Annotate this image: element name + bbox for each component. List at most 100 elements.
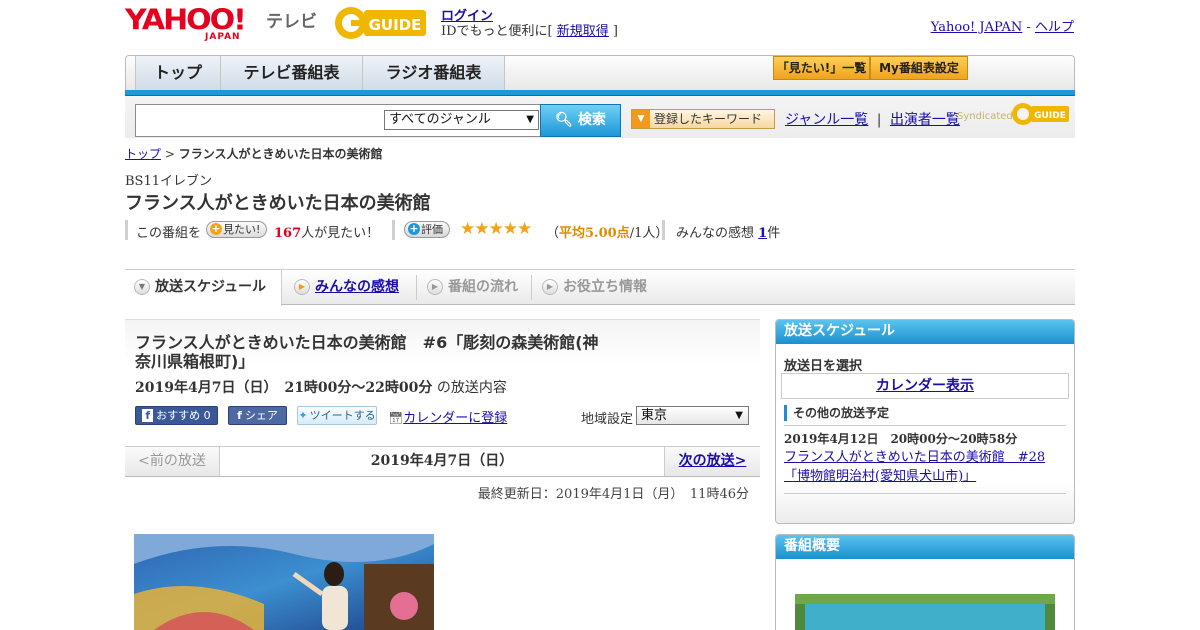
twitter-bird-icon: ✦ [298,409,308,422]
facebook-recommend-label: おすすめ 0 [156,409,211,422]
divider [784,425,1066,426]
service-name[interactable]: テレビ [266,7,317,32]
facebook-recommend-button[interactable]: f おすすめ 0 [135,406,218,425]
nav-tab-tv-schedule[interactable]: テレビ番組表 [220,56,363,91]
genre-list-link[interactable]: ジャンル一覧 [785,112,868,128]
region-select[interactable]: 東京 ▼ [636,406,749,425]
summary-image [795,594,1055,630]
divider [784,493,1066,494]
rating-summary: （平均5.00点/1人） [546,222,668,241]
syndicated-text: Syndicated [957,111,1013,122]
episode-datetime-suffix: の放送内容 [436,380,507,396]
page-title: フランス人がときめいた日本の美術館 [125,193,431,214]
this-program-label: この番組を [136,226,202,241]
schedule-panel-header: 放送スケジュール [776,320,1074,344]
mitai-suffix: 人が見たい！ [301,226,380,241]
calendar-register-link[interactable]: カレンダーに登録 [403,411,507,426]
reviews-suffix: 件 [767,226,781,241]
top-right-links: Yahoo! JAPAN - ヘルプ [931,16,1074,35]
gguide-logo[interactable]: GUIDE [334,5,432,41]
chevron-down-icon: ▼ [526,114,534,125]
nav-tab-top[interactable]: トップ [135,56,221,91]
facebook-share-button[interactable]: f シェア [228,406,287,425]
link-separator: - [1022,20,1035,35]
play-arrow-icon: ▶ [294,279,310,295]
other-broadcast-link[interactable]: フランス人がときめいた日本の美術館 #28「博物館明治村(愛知県犬山市)」 [784,450,1045,484]
genre-selected: すべてのジャンル [389,112,491,127]
mitai-button-label: 見たい! [223,223,261,236]
divider [392,220,395,240]
tab-useful-info: ▶ お役立ち情報 [533,270,673,305]
next-broadcast-link[interactable]: 次の放送> [679,453,747,469]
region-selected: 東京 [641,408,668,423]
login-sub-prefix: IDでもっと便利に[ [441,24,557,39]
current-broadcast-date: 2019年4月7日（日） [220,447,664,476]
tab-label: お役立ち情報 [563,279,647,295]
rating-average: 平均5.00点 [559,226,630,241]
region-label: 地域設定 [581,412,634,427]
mitai-count: 167 [274,226,302,241]
rating-open: （ [546,226,560,241]
my-schedule-button[interactable]: My番組表設定 [870,56,968,80]
rating-count: /1人 [629,226,656,241]
search-icon: 🔍︎ [555,112,573,128]
yahoo-japan-link[interactable]: Yahoo! JAPAN [931,20,1023,35]
syndicated-gguide-logo: Syndicated GUIDE [957,101,1069,127]
calendar-icon: 📅︎ [388,411,404,425]
nav-tab-radio-schedule[interactable]: ラジオ番組表 [362,56,505,91]
calendar-register[interactable]: 📅︎カレンダーに登録 [388,407,507,426]
divider [662,220,665,240]
registered-keyword-button[interactable]: ▼ 登録したキーワード [631,109,775,129]
reviews-count-link[interactable]: 1 [758,226,767,241]
mitai-button[interactable]: + 見たい! [206,221,268,238]
tab-divider [531,275,532,300]
summary-panel-header: 番組概要 [776,535,1074,559]
tab-broadcast-schedule[interactable]: ▼ 放送スケジュール [125,270,282,306]
gguide-mini-icon: GUIDE [1012,103,1069,125]
search-button[interactable]: 🔍︎ 検索 [540,104,621,137]
genre-select[interactable]: すべてのジャンル ▼ [384,110,539,130]
select-date-label: 放送日を選択 [784,359,863,374]
program-stats: この番組を + 見たい! 167人が見たい！ + 評価 ★★★★★ （平均5.00点… [125,219,825,242]
performer-list-link[interactable]: 出演者一覧 [890,112,960,128]
tweet-button[interactable]: ✦ ツイートする [297,406,377,425]
other-broadcast-item: フランス人がときめいた日本の美術館 #28「博物館明治村(愛知県犬山市)」 [784,448,1068,486]
last-updated: 最終更新日：2019年4月1日（月） 11時46分 [477,487,749,502]
register-link[interactable]: 新規取得 [557,24,609,39]
plus-icon: + [408,222,420,235]
next-broadcast[interactable]: 次の放送> [664,447,760,476]
calendar-display-link[interactable]: カレンダー表示 [876,378,974,394]
tab-label: 番組の流れ [448,279,518,295]
calendar-display-button[interactable]: カレンダー表示 [781,373,1069,399]
gguide-logo-icon: GUIDE [335,7,426,39]
help-link[interactable]: ヘルプ [1035,20,1074,35]
rating-button-label: 評価 [421,223,443,236]
tab-divider [416,275,417,300]
search-button-label: 検索 [577,112,606,128]
facebook-share-label: シェア [244,409,278,422]
genre-links: ジャンル一覧 | 出演者一覧 [785,109,960,129]
other-broadcast-date: 2019年4月12日 20時00分～20時58分 [784,432,1018,446]
other-broadcasts-header: その他の放送予定 [784,405,889,421]
svg-text:GUIDE: GUIDE [369,16,422,34]
summary-image-picture [795,594,1055,630]
mitai-stat: 167人が見たい！ [274,222,379,241]
tab-label[interactable]: みんなの感想 [315,279,399,295]
registered-keyword-label: 登録したキーワード [654,112,763,126]
yahoo-japan-logo[interactable]: YAHOO! JAPAN [125,6,261,42]
episode-datetime: 2019年4月7日（日） 21時00分～22時00分 [135,380,433,396]
breadcrumb-top[interactable]: トップ [125,147,161,161]
content-tabs: ▼ 放送スケジュール ▶ みんなの感想 ▶ 番組の流れ ▶ お役立ち情報 [125,269,1075,306]
tab-reviews[interactable]: ▶ みんなの感想 [285,270,415,305]
rating-button[interactable]: + 評価 [404,221,450,238]
login-subtext: IDでもっと便利に[ 新規取得 ] [441,20,618,39]
reviews-label: みんなの感想 [676,226,755,241]
dropdown-triangle-icon: ▼ [632,110,650,128]
breadcrumb-separator: > [161,147,179,161]
login-sub-suffix: ] [608,24,618,39]
mitai-list-button[interactable]: 「見たい!」一覧 [773,56,870,80]
broadcast-pager: <前の放送 2019年4月7日（日） 次の放送> [125,446,760,477]
svg-text:GUIDE: GUIDE [1034,111,1066,121]
episode-datetime-line: 2019年4月7日（日） 21時00分～22時00分 の放送内容 [135,377,507,397]
episode-title: フランス人がときめいた日本の美術館 #6「彫刻の森美術館(神奈川県箱根町)」 [135,333,599,371]
